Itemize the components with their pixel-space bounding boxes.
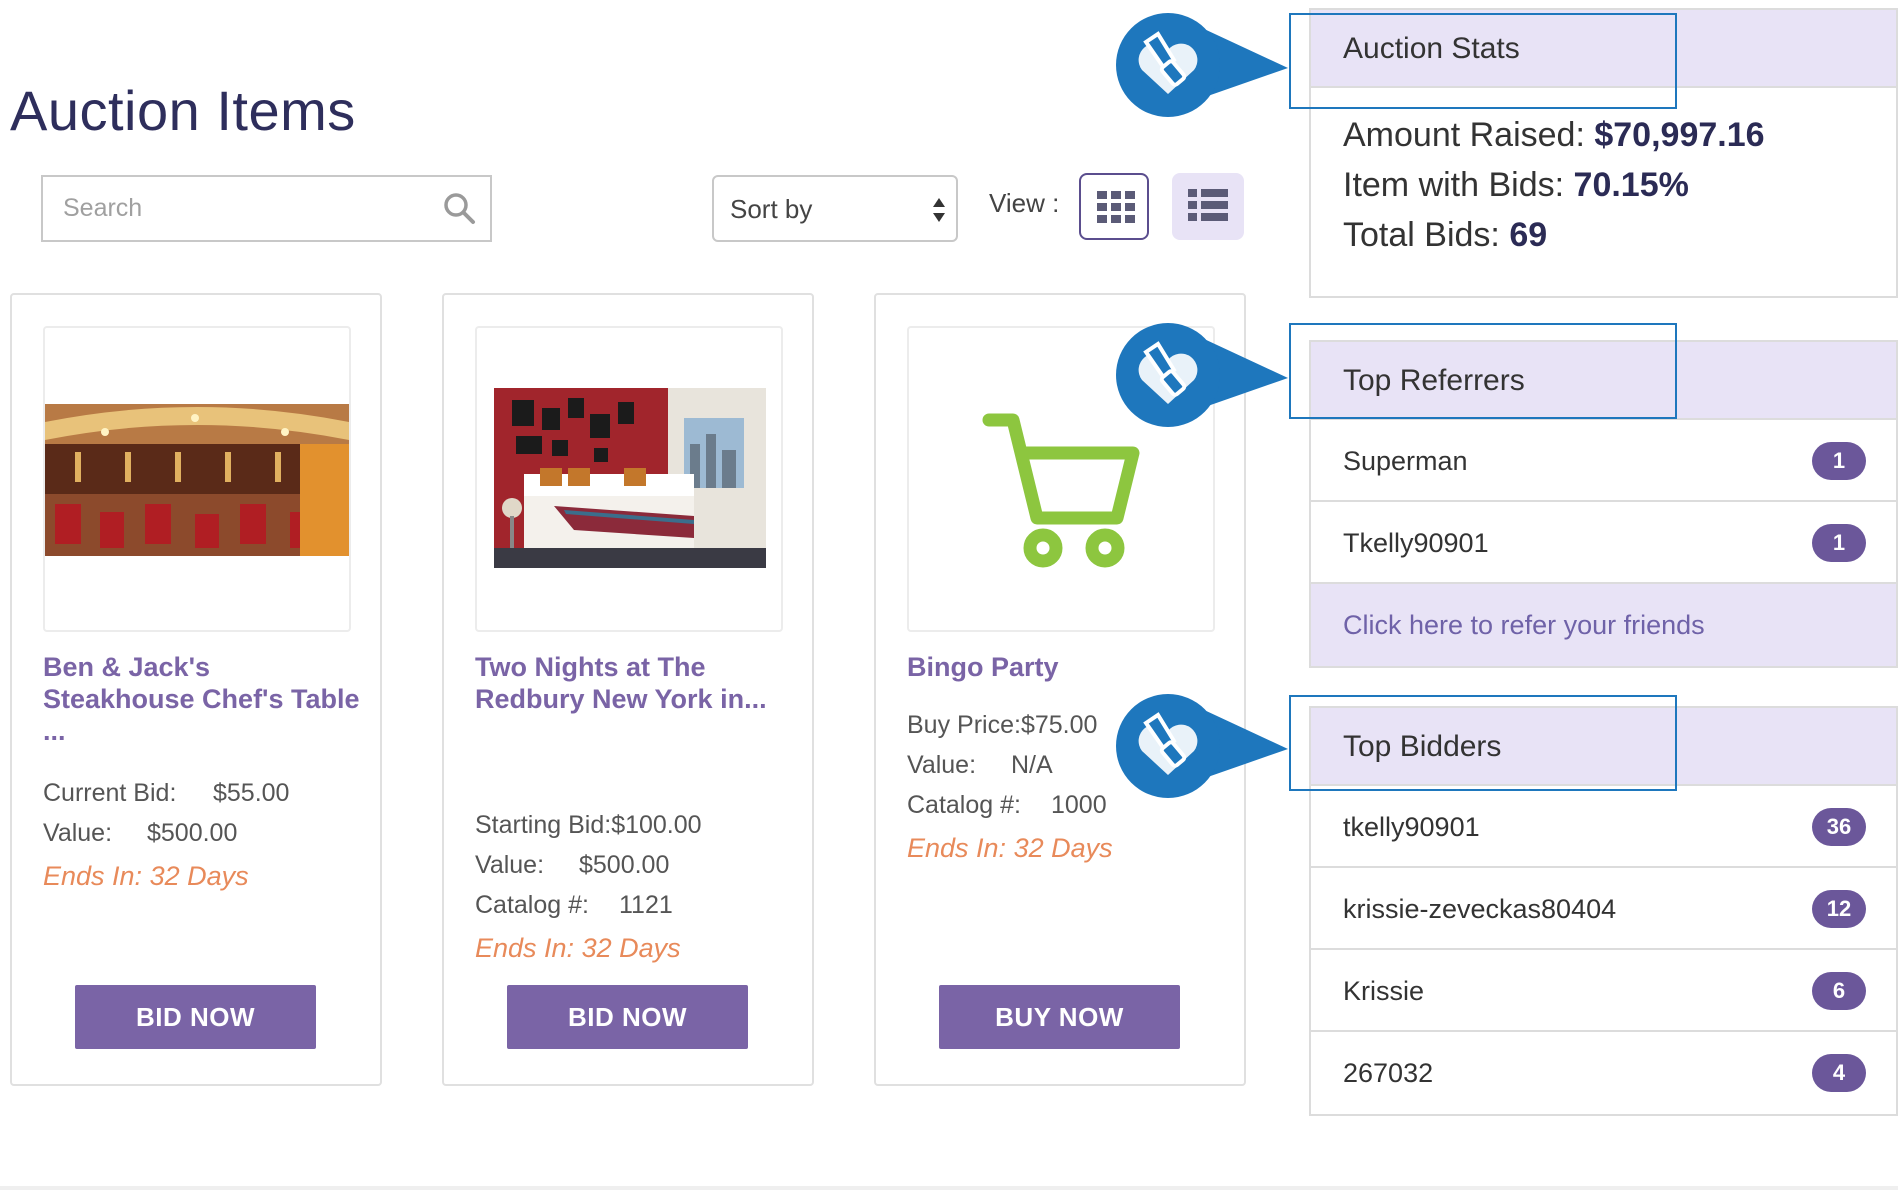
view-label: View : (989, 188, 1060, 218)
referrer-row: Superman 1 (1311, 420, 1896, 502)
detail-value: $500.00 (579, 851, 670, 879)
items-with-bids-label: Item with Bids: (1343, 166, 1565, 204)
detail-value: $100.00 (611, 811, 702, 839)
ends-in-label: Ends In: 32 Days (43, 861, 249, 891)
bidder-row: tkelly90901 36 (1311, 786, 1896, 868)
search-icon[interactable] (442, 191, 476, 225)
sort-label: Sort by (730, 194, 813, 224)
bidder-name: 267032 (1343, 1058, 1434, 1088)
detail-label: Catalog #: (907, 791, 1021, 819)
detail-value: N/A (1011, 751, 1053, 779)
item-image[interactable] (43, 326, 351, 632)
referrer-count-badge: 1 (1812, 524, 1866, 562)
ends-in-label: Ends In: 32 Days (475, 933, 681, 963)
auction-item-card[interactable]: Two Nights at The Redbury New York in...… (442, 293, 814, 1086)
page-title: Auction Items (10, 79, 356, 142)
bid-now-button[interactable]: BID NOW (507, 985, 748, 1049)
detail-value: 1000 (1051, 791, 1107, 819)
item-details: Current Bid: $55.00 Value: $500.00 Ends In… (43, 773, 289, 899)
sort-select[interactable]: Sort by (712, 175, 958, 242)
heart-hand-callout-icon (1116, 323, 1288, 427)
item-details: Starting Bid:$100.00 Value: $500.00 Catal… (475, 805, 702, 971)
bidder-count-badge: 6 (1812, 972, 1866, 1010)
bidder-row: 267032 4 (1311, 1032, 1896, 1114)
list-view-button[interactable] (1172, 173, 1244, 240)
detail-value: $500.00 (147, 819, 238, 847)
bidder-name: tkelly90901 (1343, 812, 1480, 842)
detail-label: Value: (43, 819, 113, 847)
detail-value: $55.00 (213, 779, 290, 807)
item-details: Buy Price:$75.00 Value: N/A Catalog #: 100… (907, 705, 1113, 871)
grid-view-button[interactable] (1079, 173, 1149, 240)
referrers-header-callout-box (1289, 323, 1677, 419)
detail-label: Value: (475, 851, 545, 879)
stats-header-callout-box (1289, 13, 1677, 109)
amount-raised-value: $70,997.16 (1594, 116, 1765, 154)
referrer-count-badge: 1 (1812, 442, 1866, 480)
ends-in-label: Ends In: 32 Days (907, 833, 1113, 863)
total-bids-label: Total Bids: (1343, 216, 1500, 254)
detail-value: 1121 (619, 891, 673, 919)
detail-label: Starting Bid: (475, 811, 612, 839)
heart-hand-callout-icon (1116, 13, 1288, 117)
bidder-row: Krissie 6 (1311, 950, 1896, 1032)
bidder-count-badge: 36 (1812, 808, 1866, 846)
page-bottom-divider (0, 1186, 1898, 1190)
bid-now-button[interactable]: BID NOW (75, 985, 316, 1049)
sort-arrows-icon (933, 198, 945, 222)
search-input[interactable] (43, 177, 423, 240)
referrer-name: Tkelly90901 (1343, 528, 1489, 558)
detail-label: Buy Price: (907, 711, 1021, 739)
detail-value: $75.00 (1020, 711, 1098, 739)
referrer-row: Tkelly90901 1 (1311, 502, 1896, 584)
items-with-bids-value: 70.15% (1573, 166, 1689, 204)
restaurant-photo (45, 404, 349, 556)
bidder-count-badge: 12 (1812, 890, 1866, 928)
bidder-row: krissie-zeveckas80404 12 (1311, 868, 1896, 950)
search-box[interactable] (41, 175, 492, 242)
detail-label: Value: (907, 751, 977, 779)
buy-now-button[interactable]: BUY NOW (939, 985, 1180, 1049)
item-image[interactable] (475, 326, 783, 632)
item-title[interactable]: Two Nights at The Redbury New York in... (475, 651, 795, 715)
detail-label: Catalog #: (475, 891, 589, 919)
detail-label: Current Bid: (43, 779, 177, 807)
amount-raised-label: Amount Raised: (1343, 116, 1585, 154)
heart-hand-callout-icon (1116, 694, 1288, 798)
bidders-header-callout-box (1289, 695, 1677, 791)
auction-stats-body: Amount Raised: $70,997.16 Item with Bids… (1311, 88, 1896, 282)
grid-view-icon (1097, 191, 1135, 223)
hotel-room-photo (494, 388, 766, 568)
referrer-name: Superman (1343, 446, 1468, 476)
item-title[interactable]: Bingo Party (907, 651, 1227, 683)
bidder-name: krissie-zeveckas80404 (1343, 894, 1617, 924)
bidder-name: Krissie (1343, 976, 1425, 1006)
total-bids-value: 69 (1509, 216, 1548, 254)
refer-friends-link[interactable]: Click here to refer your friends (1311, 584, 1896, 666)
bidder-count-badge: 4 (1812, 1054, 1866, 1092)
item-title[interactable]: Ben & Jack's Steakhouse Chef's Table ... (43, 651, 363, 747)
list-view-icon (1188, 189, 1228, 221)
auction-item-card[interactable]: Ben & Jack's Steakhouse Chef's Table ...… (10, 293, 382, 1086)
